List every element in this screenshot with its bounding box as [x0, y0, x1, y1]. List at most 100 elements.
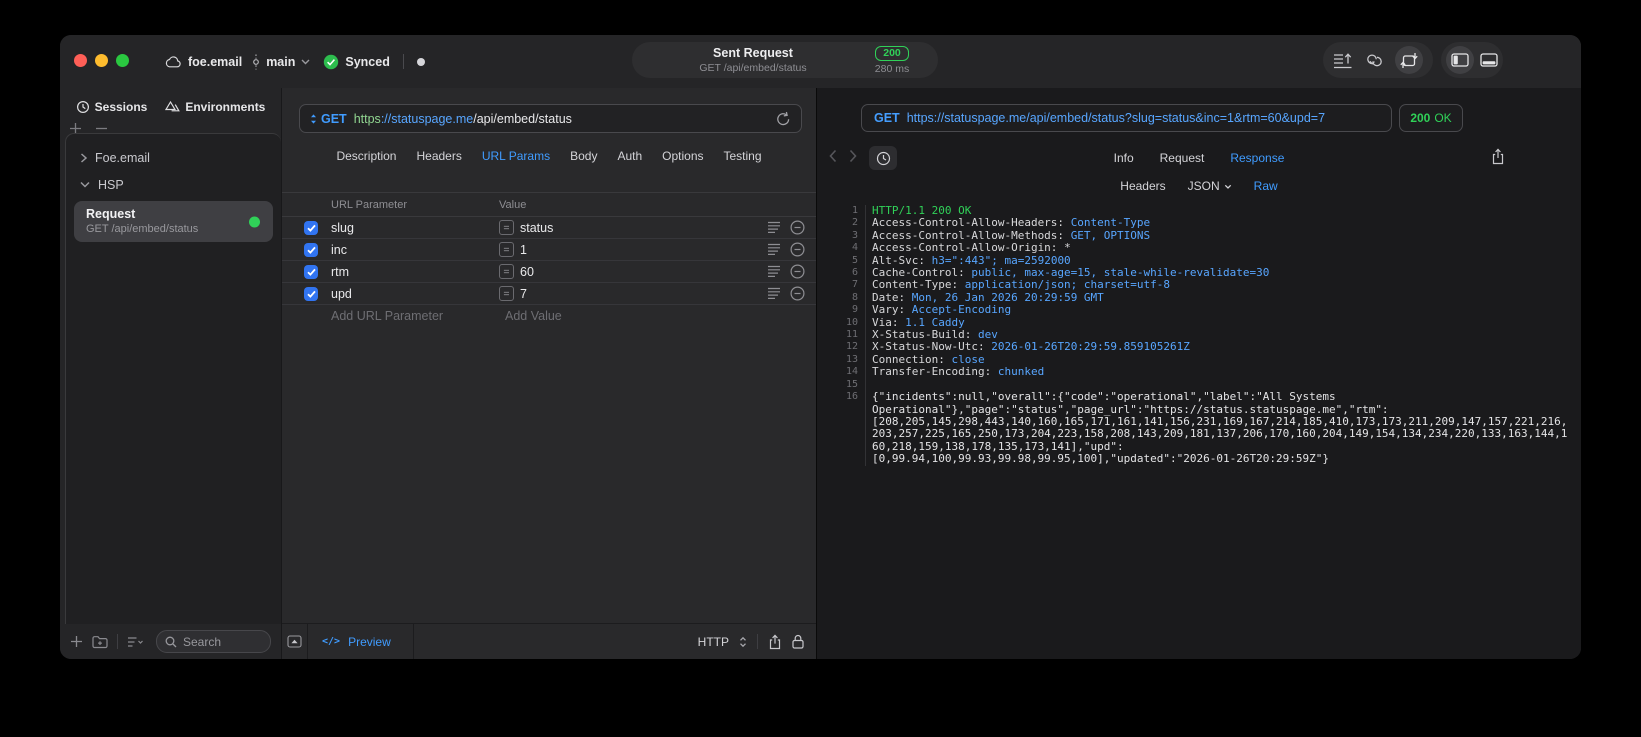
response-tab-response[interactable]: Response — [1230, 151, 1284, 165]
response-subtab-headers[interactable]: Headers — [1120, 179, 1165, 193]
param-options-icon[interactable] — [767, 243, 781, 256]
param-checkbox[interactable] — [304, 286, 318, 301]
sort-requests-icon[interactable] — [1333, 52, 1353, 69]
remove-param-icon[interactable] — [790, 242, 805, 257]
request-list-item[interactable]: Request GET /api/embed/status — [74, 201, 273, 242]
sync-status[interactable]: Synced — [345, 55, 389, 69]
tab-environments[interactable]: Environments — [165, 100, 265, 114]
param-name-field[interactable]: slug — [331, 221, 499, 235]
response-line: [0,99.94,100,99.93,99.98,99.95,100],"upd… — [817, 452, 1581, 466]
param-type-selector[interactable]: = — [499, 264, 514, 279]
protocol-selector-icon[interactable] — [739, 636, 747, 648]
toggle-bottom-panel-icon[interactable] — [1480, 53, 1498, 67]
request-tab-body[interactable]: Body — [570, 149, 597, 163]
history-icon — [76, 100, 90, 114]
preview-label: Preview — [348, 634, 391, 649]
toolbar-actions-group — [1323, 42, 1433, 78]
request-tab-testing[interactable]: Testing — [724, 149, 762, 163]
param-options-icon[interactable] — [767, 265, 781, 278]
param-type-selector[interactable]: = — [499, 286, 514, 301]
add-value-field[interactable]: Add Value — [505, 309, 562, 323]
footer-divider — [117, 634, 118, 649]
remove-param-icon[interactable] — [790, 264, 805, 279]
minimize-window-button[interactable] — [95, 54, 108, 67]
share-icon[interactable] — [768, 634, 782, 650]
param-name-field[interactable]: upd — [331, 287, 499, 301]
protocol-select[interactable]: HTTP — [698, 635, 729, 649]
tree-group-hsp[interactable]: HSP — [66, 171, 281, 198]
request-url-bar[interactable]: GET https://statuspage.me/api/embed/stat… — [299, 104, 802, 133]
param-type-selector[interactable]: = — [499, 242, 514, 257]
request-tab-headers[interactable]: Headers — [416, 149, 461, 163]
chevron-right-icon — [80, 152, 87, 163]
export-response-icon[interactable] — [1491, 148, 1505, 165]
request-tab-options[interactable]: Options — [662, 149, 703, 163]
column-value: Value — [499, 198, 527, 211]
line-number: 3 — [851, 229, 858, 241]
param-name-field[interactable]: inc — [331, 243, 499, 257]
sent-request-url[interactable]: GET https://statuspage.me/api/embed/stat… — [861, 104, 1392, 132]
request-duration: 280 ms — [874, 62, 910, 75]
param-value-field[interactable]: 60 — [520, 265, 767, 279]
response-subtab-raw[interactable]: Raw — [1254, 179, 1278, 193]
chevron-down-icon[interactable] — [301, 59, 310, 65]
response-subtab-json[interactable]: JSON — [1188, 179, 1232, 193]
toolbar-panels-group — [1441, 42, 1503, 78]
new-folder-icon[interactable] — [92, 635, 108, 649]
method-selector-icon[interactable] — [310, 113, 317, 125]
param-type-selector[interactable]: = — [499, 220, 514, 235]
new-request-icon[interactable] — [70, 635, 83, 648]
request-tab-url-params[interactable]: URL Params — [482, 149, 550, 163]
add-url-parameter-field[interactable]: Add URL Parameter — [331, 309, 505, 323]
view-options-icon[interactable] — [127, 636, 145, 648]
collapse-panel-button[interactable] — [282, 624, 308, 659]
request-tab-auth[interactable]: Auth — [617, 149, 642, 163]
param-value-field[interactable]: status — [520, 221, 767, 235]
toggle-sidebar-icon[interactable] — [1446, 46, 1475, 74]
tab-sessions[interactable]: Sessions — [76, 100, 147, 114]
branch-name[interactable]: main — [266, 55, 295, 69]
param-options-icon[interactable] — [767, 287, 781, 300]
lock-icon[interactable] — [792, 634, 804, 649]
request-method[interactable]: GET — [321, 112, 347, 126]
request-status-pill[interactable]: Sent Request GET /api/embed/status 200 2… — [632, 42, 938, 78]
line-number: 5 — [851, 254, 858, 266]
flow-icon[interactable] — [1364, 52, 1385, 69]
search-placeholder: Search — [183, 634, 222, 649]
remove-param-icon[interactable] — [790, 286, 805, 301]
line-number: 14 — [845, 366, 858, 378]
request-success-dot — [249, 216, 260, 227]
param-checkbox[interactable] — [304, 264, 318, 279]
titlebar-divider — [402, 54, 404, 69]
request-title: Request — [86, 207, 136, 221]
response-nav: Info Request Response — [817, 145, 1581, 171]
environments-icon — [165, 100, 181, 114]
response-tab-info[interactable]: Info — [1114, 151, 1134, 165]
remove-param-icon[interactable] — [790, 220, 805, 235]
send-receive-icon[interactable] — [1394, 46, 1423, 74]
param-name-field[interactable]: rtm — [331, 265, 499, 279]
param-value-field[interactable]: 7 — [520, 287, 767, 301]
param-checkbox[interactable] — [304, 242, 318, 257]
url-scheme: https — [353, 111, 381, 126]
search-input[interactable]: Search — [156, 630, 271, 653]
param-options-icon[interactable] — [767, 221, 781, 234]
params-header-row: URL Parameter Value — [282, 193, 816, 217]
zoom-window-button[interactable] — [116, 54, 129, 67]
line-number: 2 — [851, 217, 858, 229]
response-body[interactable]: 1 HTTP/1.1 200 OK 2 Access-Control-Allow-He… — [817, 202, 1581, 659]
screen: foe.email main Synced Sent Request GET /… — [0, 0, 1641, 737]
resend-request-icon[interactable] — [776, 111, 791, 127]
param-checkbox[interactable] — [304, 220, 318, 235]
tree-group-foe-email[interactable]: Foe.email — [66, 144, 281, 171]
params-rows: slug = status inc = 1 rtm = 60 upd = 7 — [282, 217, 816, 305]
line-number: 7 — [851, 279, 858, 291]
close-window-button[interactable] — [74, 54, 87, 67]
param-value-field[interactable]: 1 — [520, 243, 767, 257]
request-tab-description[interactable]: Description — [336, 149, 396, 163]
project-name[interactable]: foe.email — [188, 55, 242, 69]
preview-button[interactable]: </> Preview — [308, 624, 414, 659]
params-add-row[interactable]: Add URL Parameter Add Value — [282, 305, 816, 327]
response-tab-request[interactable]: Request — [1160, 151, 1205, 165]
branch-icon — [252, 54, 260, 70]
